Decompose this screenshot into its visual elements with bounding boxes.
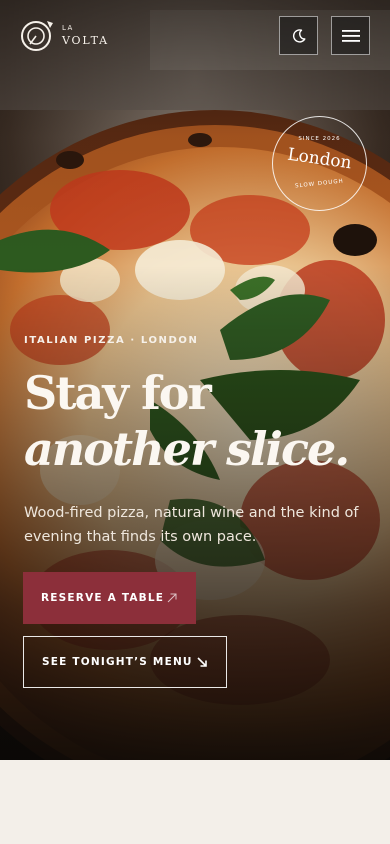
badge-city: London xyxy=(286,144,353,174)
hero-section: LA VOLTA SINCE 2026 London SLOW DOUGH IT… xyxy=(0,0,390,760)
hero-headline: Stay for another slice. xyxy=(24,365,350,477)
reserve-table-button[interactable]: RESERVE A TABLE xyxy=(23,572,196,624)
london-badge: SINCE 2026 London SLOW DOUGH xyxy=(272,116,367,211)
logo-la: LA xyxy=(62,23,74,32)
next-section xyxy=(0,760,390,844)
hamburger-menu-icon xyxy=(341,29,360,42)
logo-volta: VOLTA xyxy=(62,33,109,47)
brand-logo[interactable]: LA VOLTA xyxy=(20,18,109,52)
badge-tagline: SLOW DOUGH xyxy=(294,178,345,190)
moon-icon xyxy=(292,28,305,43)
logo-wordmark: LA VOLTA xyxy=(62,23,109,47)
headline-line-2: another slice. xyxy=(24,422,350,476)
headline-line-1: Stay for xyxy=(24,366,212,420)
hero-eyebrow: ITALIAN PIZZA · LONDON xyxy=(24,335,199,346)
hero-description: Wood-fired pizza, natural wine and the k… xyxy=(24,505,359,545)
logo-mark-icon xyxy=(21,21,53,51)
see-menu-label: SEE TONIGHT’S MENU xyxy=(42,656,193,668)
arrow-up-right-icon xyxy=(167,593,177,603)
reserve-table-label: RESERVE A TABLE xyxy=(41,592,165,604)
badge-since: SINCE 2026 xyxy=(298,136,341,142)
arrow-down-right-icon xyxy=(197,657,207,667)
theme-toggle-button[interactable] xyxy=(279,16,318,55)
menu-button[interactable] xyxy=(331,16,370,55)
see-menu-button[interactable]: SEE TONIGHT’S MENU xyxy=(23,636,227,688)
